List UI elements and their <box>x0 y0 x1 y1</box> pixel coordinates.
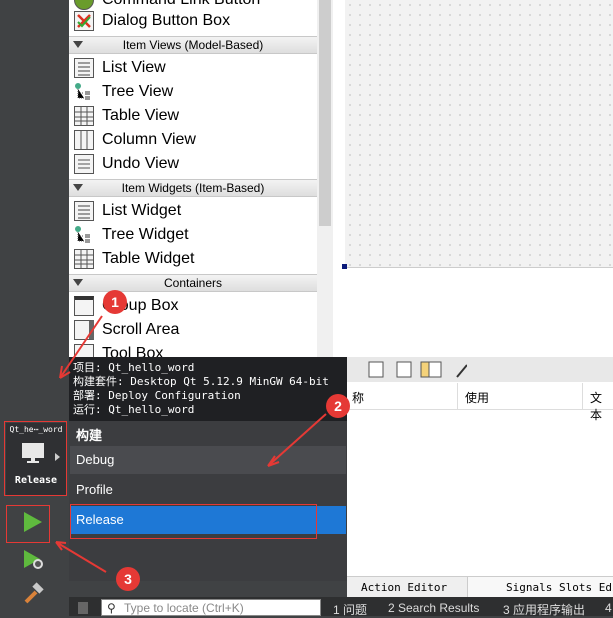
annotation-badge-3: 3 <box>116 567 140 591</box>
annotation-badge-1: 1 <box>103 290 127 314</box>
annotation-arrows <box>55 315 327 573</box>
annotation-badge-2: 2 <box>326 394 350 418</box>
